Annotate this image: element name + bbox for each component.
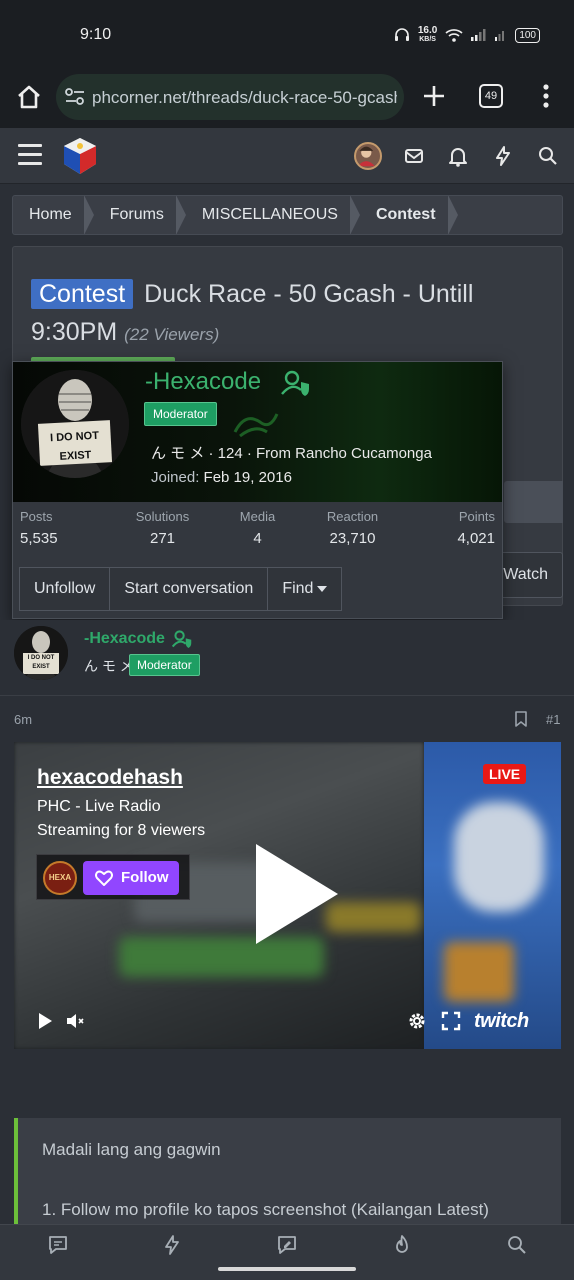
status-time: 9:10 xyxy=(80,26,112,43)
post-author-blurb: ん モ メ xyxy=(84,658,134,674)
post-body: Madali lang ang gagwin 1. Follow mo prof… xyxy=(14,1118,561,1228)
speed-readout: 16.0 KB/S xyxy=(417,25,438,44)
settings-gear-icon[interactable] xyxy=(406,1010,428,1032)
stat-points[interactable]: Points 4,021 xyxy=(400,509,502,557)
follow-label: Follow xyxy=(121,869,169,886)
tab-switcher-button[interactable]: 49 xyxy=(479,84,503,108)
fullscreen-icon[interactable] xyxy=(440,1010,462,1032)
trending-fire-icon[interactable] xyxy=(390,1233,414,1257)
post-author-avatar[interactable]: I DO NOT EXIST xyxy=(14,626,68,680)
status-icons: 16.0 KB/S 100 xyxy=(394,26,540,44)
moderator-shield-icon xyxy=(281,370,309,396)
member-name[interactable]: -Hexacode xyxy=(145,368,261,396)
member-banner: I DO NOT EXIST -Hexacode Moderator ん モ メ… xyxy=(13,362,502,502)
post-body-line: Madali lang ang gagwin xyxy=(42,1140,221,1159)
site-logo[interactable] xyxy=(60,136,100,176)
search-icon[interactable] xyxy=(505,1233,529,1257)
watch-button[interactable]: Watch xyxy=(496,552,563,598)
member-actions: Unfollow Start conversation Find xyxy=(19,567,343,611)
channel-logo[interactable]: HEXA xyxy=(43,861,77,895)
stream-title: PHC - Live Radio xyxy=(37,798,161,815)
site-header xyxy=(0,128,574,184)
preview-blur-shape xyxy=(444,942,514,1002)
inbox-icon[interactable] xyxy=(400,142,428,170)
post-number[interactable]: #1 xyxy=(546,712,560,727)
breadcrumb-miscellaneous[interactable]: MISCELLANEOUS xyxy=(186,196,361,234)
post-body-line: 1. Follow mo profile ko tapos screenshot… xyxy=(42,1200,489,1219)
browser-toolbar: phcorner.net/threads/duck-race-50-gcash-… xyxy=(0,72,574,128)
stat-solutions[interactable]: Solutions 271 xyxy=(115,509,210,557)
forums-chat-icon[interactable] xyxy=(46,1233,70,1257)
member-stats: Posts 5,535 Solutions 271 Media 4 Reaction 2… xyxy=(13,509,502,557)
twitch-embed[interactable]: hexacodehash PHC - Live Radio Streaming … xyxy=(14,742,561,1049)
find-dropdown[interactable]: Find xyxy=(267,567,343,611)
start-conversation-button[interactable]: Start conversation xyxy=(109,567,269,611)
bookmark-icon[interactable] xyxy=(514,711,528,727)
play-small-icon[interactable] xyxy=(34,1010,56,1032)
unfollow-button[interactable]: Unfollow xyxy=(19,567,111,611)
user-avatar[interactable] xyxy=(354,142,382,170)
site-settings-icon[interactable] xyxy=(64,87,86,107)
battery-indicator: 100 xyxy=(515,27,540,43)
post-author: I DO NOT EXIST -Hexacode ん モ メ Moderator xyxy=(0,620,574,696)
stat-media[interactable]: Media 4 xyxy=(210,509,305,557)
breadcrumb: Home Forums MISCELLANEOUS Contest xyxy=(12,195,563,235)
thread-action-bar xyxy=(504,481,563,523)
signal-2-icon xyxy=(495,31,505,41)
member-joined: Joined: Feb 19, 2016 xyxy=(151,469,292,486)
status-bar: 9:10 16.0 KB/S 100 xyxy=(0,0,574,72)
bolt-icon[interactable] xyxy=(489,142,517,170)
thread-title: Contest Duck Race - 50 Gcash - Untill 9:… xyxy=(31,275,551,354)
razer-logo-icon xyxy=(233,413,279,438)
avatar-sign-text: I DO NOT EXIST xyxy=(49,429,100,463)
home-indicator[interactable] xyxy=(218,1267,356,1271)
channel-name[interactable]: hexacodehash xyxy=(37,766,183,790)
live-badge: LIVE xyxy=(483,764,527,784)
follow-button[interactable]: Follow xyxy=(83,861,179,895)
post-time[interactable]: 6m xyxy=(14,712,32,727)
home-icon[interactable] xyxy=(14,82,44,112)
chevron-down-icon xyxy=(317,585,328,592)
new-post-icon[interactable] xyxy=(275,1233,299,1257)
post-author-name[interactable]: -Hexacode xyxy=(84,630,165,648)
follow-widget: HEXA Follow xyxy=(36,854,190,900)
search-icon[interactable] xyxy=(534,142,562,170)
bolt-icon[interactable] xyxy=(160,1233,184,1257)
post-moderator-badge: Moderator xyxy=(129,654,200,676)
url-text: phcorner.net/threads/duck-race-50-gcash-… xyxy=(92,88,397,107)
volume-muted-icon[interactable] xyxy=(64,1010,86,1032)
url-bar[interactable]: phcorner.net/threads/duck-race-50-gcash-… xyxy=(56,74,404,120)
bottom-nav xyxy=(0,1224,574,1280)
browser-menu-icon[interactable] xyxy=(538,82,554,110)
moderator-badge: Moderator xyxy=(144,402,217,426)
thread-prefix-label[interactable]: Contest xyxy=(31,279,134,309)
viewer-count: (22 Viewers) xyxy=(124,325,220,344)
member-blurb: ん モ メ · 124 · From Rancho Cucamonga xyxy=(151,445,432,462)
stream-side-panel xyxy=(424,742,561,1049)
member-tooltip: I DO NOT EXIST -Hexacode Moderator ん モ メ… xyxy=(12,361,503,619)
member-avatar[interactable]: I DO NOT EXIST xyxy=(21,370,129,478)
headphones-icon xyxy=(394,28,409,41)
wifi-icon xyxy=(445,29,463,42)
breadcrumb-forums[interactable]: Forums xyxy=(94,196,187,234)
bell-icon[interactable] xyxy=(444,142,472,170)
heart-icon xyxy=(95,870,113,886)
moderator-shield-icon xyxy=(172,630,192,648)
hamburger-menu-icon[interactable] xyxy=(18,144,42,166)
stat-reaction[interactable]: Reaction 23,710 xyxy=(305,509,400,557)
breadcrumb-contest[interactable]: Contest xyxy=(360,196,458,234)
preview-blur-shape xyxy=(454,802,544,912)
twitch-logo[interactable]: twitch xyxy=(474,1010,529,1033)
stat-posts[interactable]: Posts 5,535 xyxy=(13,509,115,557)
breadcrumb-home[interactable]: Home xyxy=(13,196,94,234)
play-icon[interactable] xyxy=(252,842,342,946)
new-tab-icon[interactable] xyxy=(420,82,448,110)
stream-viewers: Streaming for 8 viewers xyxy=(37,822,206,839)
post-avatar-sign-text: I DO NOT EXIST xyxy=(27,655,55,670)
signal-icon xyxy=(471,29,486,41)
